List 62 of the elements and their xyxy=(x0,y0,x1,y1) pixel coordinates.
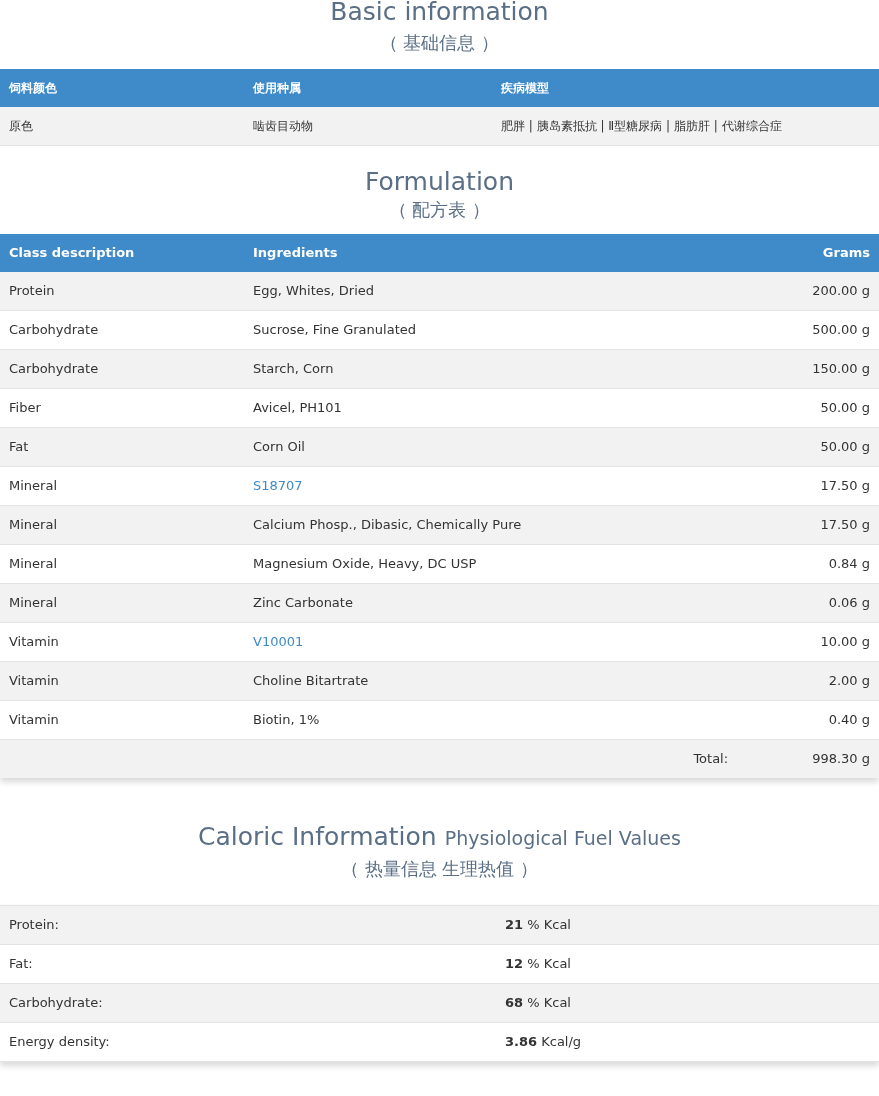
section-subtitle: （ 热量信息 生理热值 ） xyxy=(339,856,540,881)
table-cell-text: Carbohydrate xyxy=(9,360,100,379)
table-cell-text: 12 % Kcal xyxy=(505,954,572,973)
table-cell-text: 2.00 g xyxy=(827,672,870,691)
ingredient-link[interactable]: V10001 xyxy=(253,632,304,652)
table-cell-text: Corn Oil xyxy=(253,438,306,457)
column-header: Ingredients xyxy=(253,244,339,263)
table-cell-text: 17.50 g xyxy=(819,477,870,496)
table-cell-text: 17.50 g xyxy=(819,516,870,535)
table-cell-text: Protein xyxy=(9,282,56,301)
table-cell-text: 50.00 g xyxy=(819,399,870,418)
table-cell-text: Vitamin xyxy=(9,711,60,730)
table-cell-text: Biotin, 1% xyxy=(253,711,321,730)
section-subtitle: （ 配方表 ） xyxy=(387,198,492,222)
ingredient-link[interactable]: S18707 xyxy=(253,476,303,496)
table-cell-text: 10.00 g xyxy=(819,633,870,652)
column-header: 使用种属 xyxy=(253,80,302,97)
table-cell-text: Fat: xyxy=(9,954,34,973)
table-cell-text: 0.40 g xyxy=(827,711,870,730)
table-cell-text: Energy density: xyxy=(9,1032,111,1051)
section-title: Formulation xyxy=(364,167,515,197)
table-cell-text: Starch, Corn xyxy=(253,360,335,379)
table-cell-text: 68 % Kcal xyxy=(505,993,572,1012)
table-cell-text: Carbohydrate xyxy=(9,321,100,340)
column-header: 饲料颜色 xyxy=(9,80,58,97)
table-cell-text: Magnesium Oxide, Heavy, DC USP xyxy=(253,555,478,574)
table-cell-text: 50.00 g xyxy=(819,438,870,457)
table-cell-text: Mineral xyxy=(9,594,58,613)
table-cell-text: 原色 xyxy=(9,118,34,135)
table-cell-text: Egg, Whites, Dried xyxy=(253,282,376,301)
table-cell-text: Protein: xyxy=(9,915,60,934)
table-cell-text: Zinc Carbonate xyxy=(253,594,354,613)
table-cell-text: 0.06 g xyxy=(827,594,870,613)
section-title-note: Physiological Fuel Values xyxy=(444,826,681,851)
table-cell-text: Vitamin xyxy=(9,633,60,652)
table-cell-text: Vitamin xyxy=(9,672,60,691)
section-title: Caloric Information xyxy=(198,822,437,852)
table-cell-text: 0.84 g xyxy=(827,555,870,574)
table-cell-text: Mineral xyxy=(9,477,58,496)
table-cell-text: Carbohydrate: xyxy=(9,993,104,1012)
table-cell-text: 200.00 g xyxy=(811,282,870,301)
table-cell-text: Mineral xyxy=(9,516,58,535)
table-cell-text: Choline Bitartrate xyxy=(253,672,370,691)
table-cell-text: Fiber xyxy=(9,399,42,418)
column-header: Class description xyxy=(9,244,136,263)
table-cell-text: 150.00 g xyxy=(811,360,870,379)
table-cell-text: 21 % Kcal xyxy=(505,915,572,934)
table-cell-text: Avicel, PH101 xyxy=(253,399,343,418)
table-cell-text: Calcium Phosp., Dibasic, Chemically Pure xyxy=(253,516,523,535)
table-cell-text: 3.86 Kcal/g xyxy=(505,1032,583,1051)
column-header: 疾病模型 xyxy=(501,80,550,97)
table-cell-text: 500.00 g xyxy=(811,321,870,340)
total-label: Total: xyxy=(693,750,729,769)
table-cell-text: 肥胖 | 胰岛素抵抗 | Ⅱ型糖尿病 | 脂肪肝 | 代谢综合症 xyxy=(501,118,783,135)
table-cell-text: 啮齿目动物 xyxy=(253,118,314,135)
section-title: Basic information xyxy=(329,0,550,24)
section-subtitle: （ 基础信息 ） xyxy=(378,31,501,55)
table-cell-text: Sucrose, Fine Granulated xyxy=(253,321,417,340)
total-value: 998.30 g xyxy=(812,750,870,769)
table-cell-text: Mineral xyxy=(9,555,58,574)
table-cell-text: Fat xyxy=(9,438,30,457)
column-header: Grams xyxy=(821,244,870,263)
